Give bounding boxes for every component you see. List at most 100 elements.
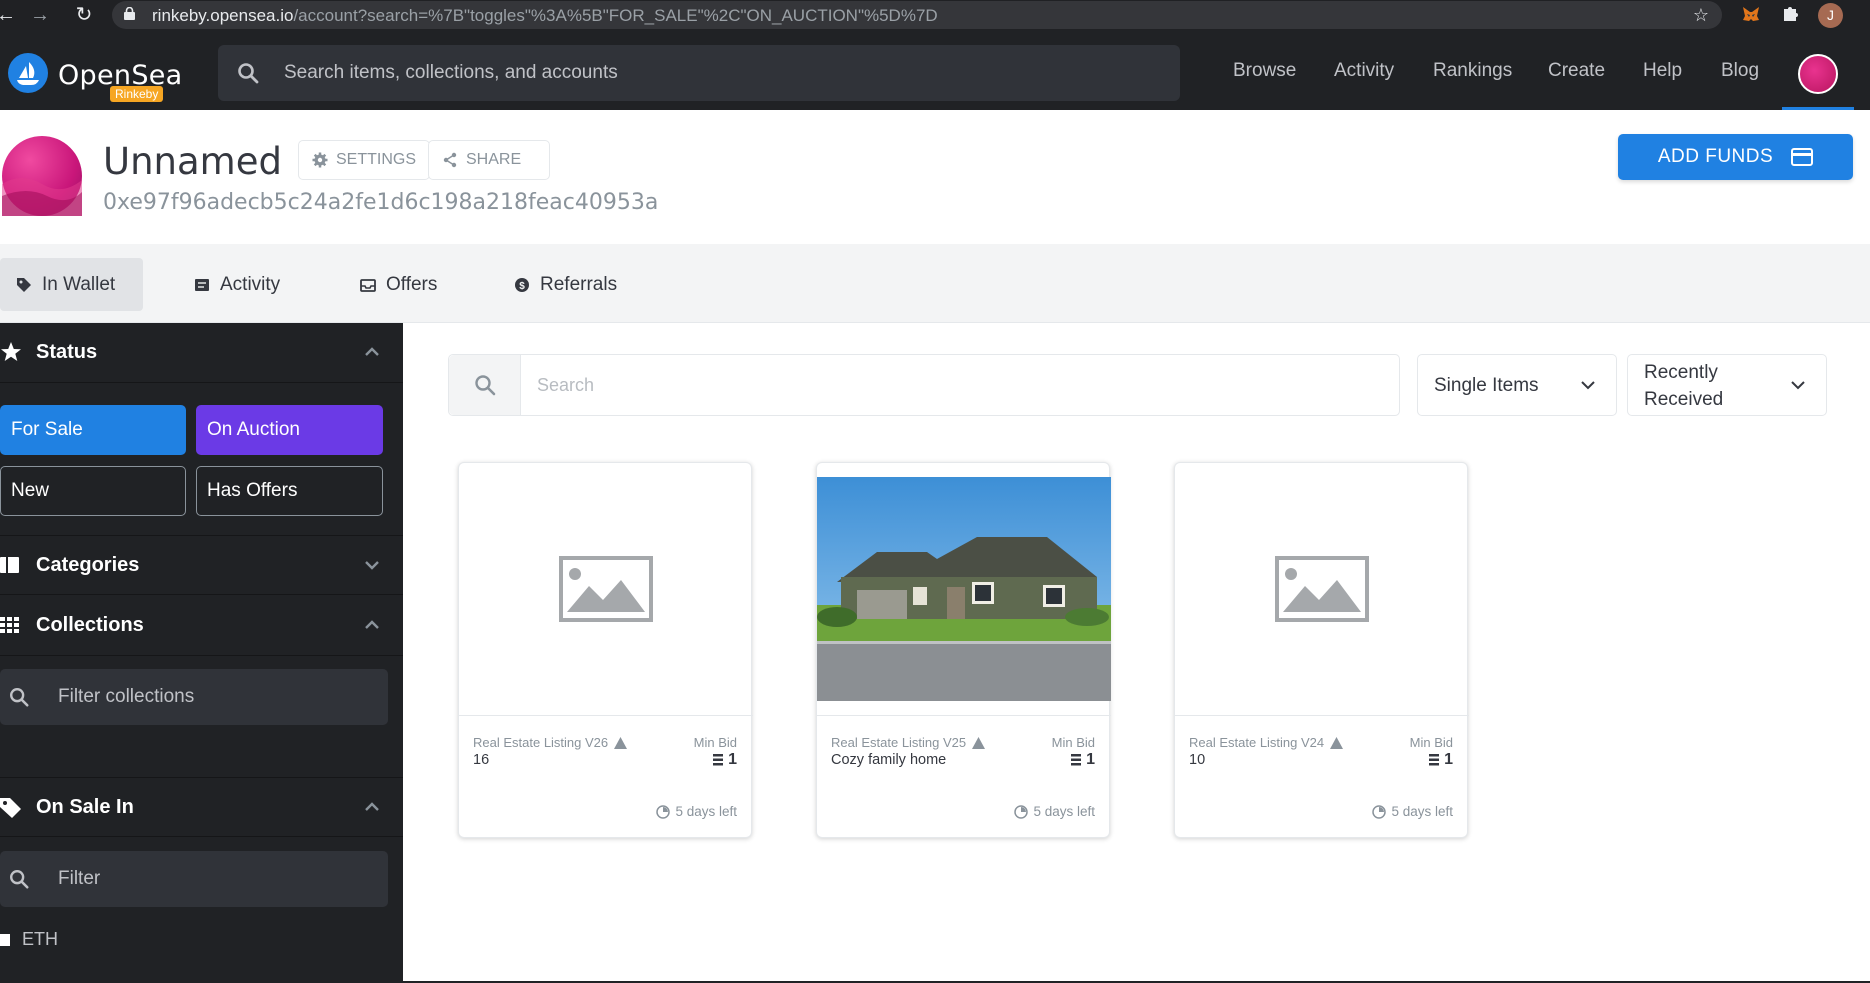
settings-label: SETTINGS: [336, 151, 417, 168]
bid-amount: 1: [1086, 751, 1095, 768]
filter-collections-input[interactable]: Filter collections: [0, 669, 388, 725]
share-button[interactable]: SHARE: [428, 140, 550, 180]
chevron-up-icon[interactable]: [362, 342, 382, 362]
eth-icon: [713, 754, 724, 766]
collections-section-header[interactable]: Collections: [0, 596, 403, 656]
tab-referrals[interactable]: $ Referrals: [498, 258, 633, 311]
nav-browse[interactable]: Browse: [1233, 60, 1296, 82]
reload-icon[interactable]: ↻: [72, 3, 96, 27]
items-search-input[interactable]: Search: [448, 354, 1400, 416]
search-icon-box: [449, 355, 521, 415]
bid-amount: 1: [1444, 751, 1453, 768]
collection-name: Real Estate Listing V25: [831, 735, 967, 750]
forward-icon[interactable]: →: [28, 3, 52, 27]
min-bid-value: 1: [713, 751, 737, 769]
tab-label: Activity: [220, 273, 281, 295]
tab-label: In Wallet: [42, 273, 116, 295]
asset-card[interactable]: Real Estate Listing V25 Cozy family home…: [816, 462, 1111, 838]
activity-icon: [195, 278, 209, 291]
address-bar[interactable]: rinkeby.opensea.io/account?search=%7B"to…: [112, 1, 1722, 29]
eth-checkbox[interactable]: [0, 933, 10, 946]
share-icon: [443, 152, 457, 168]
wallet-address[interactable]: 0xe97f96adecb5c24a2fe1d6c198a218feac4095…: [103, 190, 658, 215]
browser-profile-avatar[interactable]: J: [1818, 3, 1843, 28]
inbox-icon: [360, 278, 376, 292]
item-type-value: Single Items: [1434, 375, 1539, 396]
image-placeholder-icon: [459, 477, 753, 701]
sort-dropdown[interactable]: Recently Received: [1627, 354, 1827, 416]
collection-name: Real Estate Listing V26: [473, 735, 609, 750]
profile-name: Unnamed: [103, 140, 282, 183]
nav-blog[interactable]: Blog: [1721, 60, 1759, 82]
chevron-down-icon: [1791, 381, 1805, 390]
opensea-logo-icon[interactable]: [8, 53, 48, 93]
extensions-puzzle-icon[interactable]: [1779, 4, 1801, 26]
warning-icon: [1330, 736, 1344, 749]
nav-activity[interactable]: Activity: [1334, 60, 1394, 82]
card-collection[interactable]: Real Estate Listing V26: [473, 735, 628, 750]
header-search-input[interactable]: Search items, collections, and accounts: [218, 45, 1180, 101]
card-collection[interactable]: Real Estate Listing V24: [1189, 735, 1344, 750]
currency-label: ETH: [22, 929, 58, 949]
on-sale-in-section-header[interactable]: On Sale In: [0, 777, 403, 837]
grid-icon: [0, 617, 19, 633]
site-header: OpenSea Rinkeby Search items, collection…: [0, 30, 1870, 110]
clock-icon: [1372, 804, 1387, 819]
status-on-auction-button[interactable]: On Auction: [196, 405, 383, 455]
add-funds-label: ADD FUNDS: [1657, 146, 1774, 167]
bookmark-star-icon[interactable]: ☆: [1690, 4, 1712, 26]
currency-option-eth[interactable]: ETH: [0, 929, 58, 950]
browser-toolbar: ← → ↻ rinkeby.opensea.io/account?search=…: [0, 0, 1870, 30]
metamask-fox-icon[interactable]: [1740, 4, 1762, 26]
status-section-header[interactable]: Status: [0, 323, 403, 383]
account-avatar[interactable]: [1798, 54, 1838, 94]
gear-icon: [312, 152, 328, 168]
back-icon[interactable]: ←: [0, 3, 18, 27]
bid-amount: 1: [728, 751, 737, 768]
svg-text:$: $: [519, 281, 525, 292]
status-for-sale-button[interactable]: For Sale: [0, 405, 186, 455]
search-icon: [475, 375, 496, 396]
time-left-text: 5 days left: [675, 804, 737, 819]
settings-button[interactable]: SETTINGS: [298, 140, 431, 180]
tab-offers[interactable]: Offers: [344, 258, 453, 311]
time-left-text: 5 days left: [1391, 804, 1453, 819]
categories-section-header[interactable]: Categories: [0, 535, 403, 595]
status-has-offers-button[interactable]: Has Offers: [196, 466, 383, 516]
chevron-up-icon[interactable]: [362, 615, 382, 635]
search-icon: [10, 688, 29, 707]
collections-title: Collections: [36, 614, 144, 636]
tab-activity[interactable]: Activity: [178, 258, 296, 311]
tab-label: Referrals: [540, 273, 618, 295]
price-tag-icon: [0, 798, 21, 818]
search-icon: [238, 63, 259, 84]
nav-create[interactable]: Create: [1548, 60, 1605, 82]
filter-sidebar: Status For Sale On Auction New Has Offer…: [0, 323, 403, 983]
nav-rankings[interactable]: Rankings: [1433, 60, 1512, 82]
status-new-button[interactable]: New: [0, 466, 186, 516]
asset-card[interactable]: Real Estate Listing V24 10 Min Bid 1 5 d…: [1174, 462, 1469, 838]
active-nav-indicator: [1782, 107, 1854, 110]
item-type-dropdown[interactable]: Single Items: [1417, 354, 1617, 416]
min-bid-value: 1: [1429, 751, 1453, 769]
items-search-placeholder: Search: [537, 375, 595, 395]
clock-icon: [1014, 804, 1029, 819]
add-funds-button[interactable]: ADD FUNDS: [1618, 134, 1853, 180]
image-placeholder-icon: [1175, 477, 1469, 701]
chevron-down-icon[interactable]: [362, 555, 382, 575]
warning-icon: [972, 736, 986, 749]
header-search-placeholder: Search items, collections, and accounts: [284, 62, 618, 83]
time-left-text: 5 days left: [1033, 804, 1095, 819]
url-text: rinkeby.opensea.io/account?search=%7B"to…: [152, 6, 938, 25]
card-collection[interactable]: Real Estate Listing V25: [831, 735, 986, 750]
book-icon: [0, 557, 19, 573]
nav-help[interactable]: Help: [1643, 60, 1682, 82]
asset-card[interactable]: Real Estate Listing V26 16 Min Bid 1 5 d…: [458, 462, 753, 838]
min-bid-label: Min Bid: [693, 735, 737, 750]
status-title: Status: [36, 341, 98, 363]
min-bid-label: Min Bid: [1409, 735, 1453, 750]
chevron-up-icon[interactable]: [362, 797, 382, 817]
profile-tabs: In Wallet Activity Offers $ Referrals: [0, 244, 1870, 323]
tab-in-wallet[interactable]: In Wallet: [0, 258, 143, 311]
filter-currency-input[interactable]: Filter: [0, 851, 388, 907]
